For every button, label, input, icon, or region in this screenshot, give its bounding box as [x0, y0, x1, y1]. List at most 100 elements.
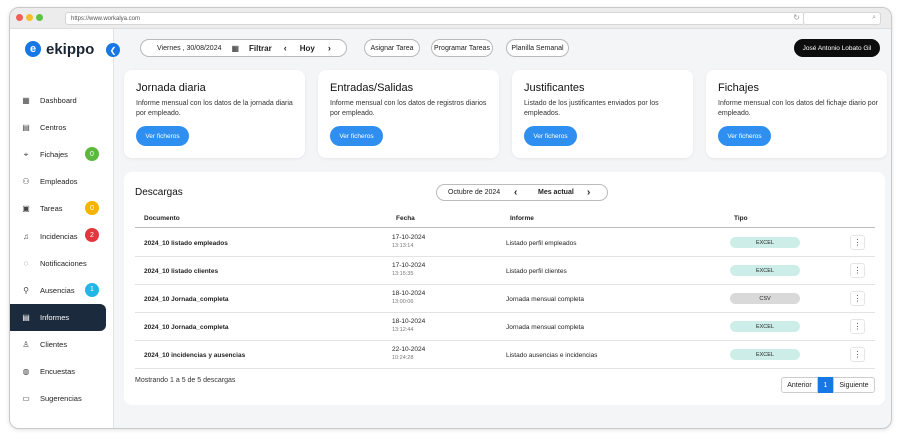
row-time: 13:13:14 [392, 243, 414, 249]
file-type-badge: EXCEL [730, 349, 800, 360]
sidebar-item-informes[interactable]: ▤ Informes [10, 303, 106, 331]
column-date[interactable]: Fecha [396, 215, 415, 222]
file-type-badge: EXCEL [730, 237, 800, 248]
table-row: 2024_10 Jornada_completa 18-10-2024 13:12:… [135, 313, 875, 341]
date-field[interactable]: Viernes , 30/08/2024 [157, 45, 221, 52]
reload-icon[interactable]: ↻ [793, 14, 800, 22]
location-icon: ⌖ [23, 149, 29, 159]
calendar-icon[interactable]: ▦ [231, 44, 239, 53]
month-label: Octubre de 2024 [448, 189, 501, 196]
sidebar-item-label: Fichajes [40, 150, 68, 160]
sidebar-item-label: Informes [40, 312, 70, 322]
sidebar-item-label: Empleados [40, 177, 78, 187]
downloads-panel: Descargas Octubre de 2024 ‹ Mes actual ›… [124, 172, 885, 405]
app-logo[interactable]: e ekippo [25, 39, 94, 59]
report-card: Justificantes Listado de los justificante… [512, 70, 693, 158]
table-header: Documento Fecha Informe Tipo [135, 212, 875, 228]
sidebar-nav: ▦ Dashboard ▤ Centros ⌖ Fichajes 0 ⚇ Empleados ▣ T… [10, 87, 114, 412]
inbox-icon: ▭ [22, 394, 30, 404]
sidebar-item-label: Clientes [40, 339, 68, 349]
sidebar-item-centros[interactable]: ▤ Centros [10, 114, 114, 141]
page-1-button[interactable]: 1 [818, 377, 833, 393]
card-description: Informe mensual con los datos del fichaj… [718, 100, 878, 117]
sidebar-item-fichajes[interactable]: ⌖ Fichajes 0 [10, 141, 114, 168]
more-options-button[interactable]: ⋮ [850, 291, 865, 306]
notification-icon: ◌ [23, 258, 29, 268]
column-report[interactable]: Informe [510, 215, 534, 222]
document-name[interactable]: 2024_10 listado clientes [144, 268, 218, 275]
card-description: Informe mensual con los datos de registr… [330, 100, 487, 117]
sidebar-item-label: Encuestas [40, 366, 76, 376]
view-files-button[interactable]: Ver ficheros [718, 126, 771, 146]
today-button[interactable]: Hoy [300, 44, 315, 53]
document-name[interactable]: 2024_10 incidencias y ausencias [144, 352, 245, 359]
browser-search-input[interactable]: ⌕ [803, 12, 881, 25]
close-window-button[interactable] [16, 14, 23, 21]
more-options-button[interactable]: ⋮ [850, 319, 865, 334]
document-name[interactable]: 2024_10 Jornada_completa [144, 296, 229, 303]
user-absence-icon: ⚲ [23, 285, 29, 295]
filter-button[interactable]: Filtrar [249, 44, 272, 53]
document-icon: ▤ [22, 312, 30, 322]
column-type[interactable]: Tipo [734, 215, 748, 222]
view-files-button[interactable]: Ver ficheros [524, 126, 577, 146]
kebab-icon: ⋮ [853, 350, 862, 359]
sidebar-item-empleados[interactable]: ⚇ Empleados [10, 168, 114, 195]
document-name[interactable]: 2024_10 listado empleados [144, 240, 228, 247]
kebab-icon: ⋮ [853, 266, 862, 275]
view-files-button[interactable]: Ver ficheros [330, 126, 383, 146]
sidebar-item-sugerencias[interactable]: ▭ Sugerencias [10, 385, 114, 412]
file-type-badge: EXCEL [730, 321, 800, 332]
top-toolbar: Viernes , 30/08/2024 ▦ Filtrar ‹ Hoy › A… [140, 39, 885, 57]
next-month-icon[interactable]: › [587, 187, 590, 198]
assign-task-button[interactable]: Asignar Tarea [364, 39, 420, 57]
kebab-icon: ⋮ [853, 322, 862, 331]
bell-icon: ♫ [23, 231, 29, 241]
current-month-button[interactable]: Mes actual [538, 189, 574, 196]
sidebar-item-label: Incidencias [40, 231, 78, 241]
row-time: 13:15:35 [392, 271, 414, 277]
file-type-badge: EXCEL [730, 265, 800, 276]
prev-page-button[interactable]: Anterior [781, 377, 818, 393]
count-badge: 1 [85, 282, 99, 297]
prev-day-icon[interactable]: ‹ [284, 43, 287, 53]
schedule-tasks-button[interactable]: Programar Tareas [431, 39, 493, 57]
collapse-sidebar-button[interactable]: ❮ [106, 43, 120, 57]
sidebar-item-incidencias[interactable]: ♫ Incidencias 2 [10, 222, 114, 249]
date-filter-bar: Viernes , 30/08/2024 ▦ Filtrar ‹ Hoy › [140, 39, 347, 57]
column-document[interactable]: Documento [144, 215, 180, 222]
month-selector: Octubre de 2024 ‹ Mes actual › [436, 184, 608, 201]
more-options-button[interactable]: ⋮ [850, 235, 865, 250]
minimize-window-button[interactable] [26, 14, 33, 21]
sidebar-item-label: Tareas [40, 204, 63, 214]
address-bar[interactable]: https://www.workalya.com ↻ [65, 12, 805, 25]
next-page-button[interactable]: Siguiente [833, 377, 875, 393]
file-type-badge: CSV [730, 293, 800, 304]
person-icon: ♙ [22, 339, 30, 349]
view-files-button[interactable]: Ver ficheros [136, 126, 189, 146]
sidebar-item-notificaciones[interactable]: ◌ Notificaciones [10, 250, 114, 277]
row-time: 13:00:06 [392, 299, 414, 305]
downloads-title: Descargas [135, 187, 183, 198]
sidebar-item-tareas[interactable]: ▣ Tareas 0 [10, 195, 114, 222]
next-day-icon[interactable]: › [328, 43, 331, 53]
kebab-icon: ⋮ [853, 238, 862, 247]
card-title: Fichajes [718, 82, 759, 94]
table-row: 2024_10 listado empleados 17-10-2024 13:13… [135, 229, 875, 257]
document-name[interactable]: 2024_10 Jornada_completa [144, 324, 229, 331]
sidebar-item-ausencias[interactable]: ⚲ Ausencias 1 [10, 277, 114, 304]
sidebar-item-label: Sugerencias [40, 394, 82, 404]
row-date: 17-10-2024 [392, 262, 426, 269]
card-title: Entradas/Salidas [330, 82, 414, 94]
prev-month-icon[interactable]: ‹ [514, 187, 517, 198]
sidebar-item-encuestas[interactable]: ◍ Encuestas [10, 358, 114, 385]
user-menu-button[interactable]: José Antonio Lobato Gil [794, 39, 880, 57]
more-options-button[interactable]: ⋮ [850, 347, 865, 362]
weekly-template-button[interactable]: Planilla Semanal [506, 39, 569, 57]
row-date: 22-10-2024 [392, 346, 426, 353]
maximize-window-button[interactable] [36, 14, 43, 21]
row-time: 13:12:44 [392, 327, 414, 333]
sidebar-item-clientes[interactable]: ♙ Clientes [10, 331, 114, 358]
sidebar-item-dashboard[interactable]: ▦ Dashboard [10, 87, 114, 114]
more-options-button[interactable]: ⋮ [850, 263, 865, 278]
